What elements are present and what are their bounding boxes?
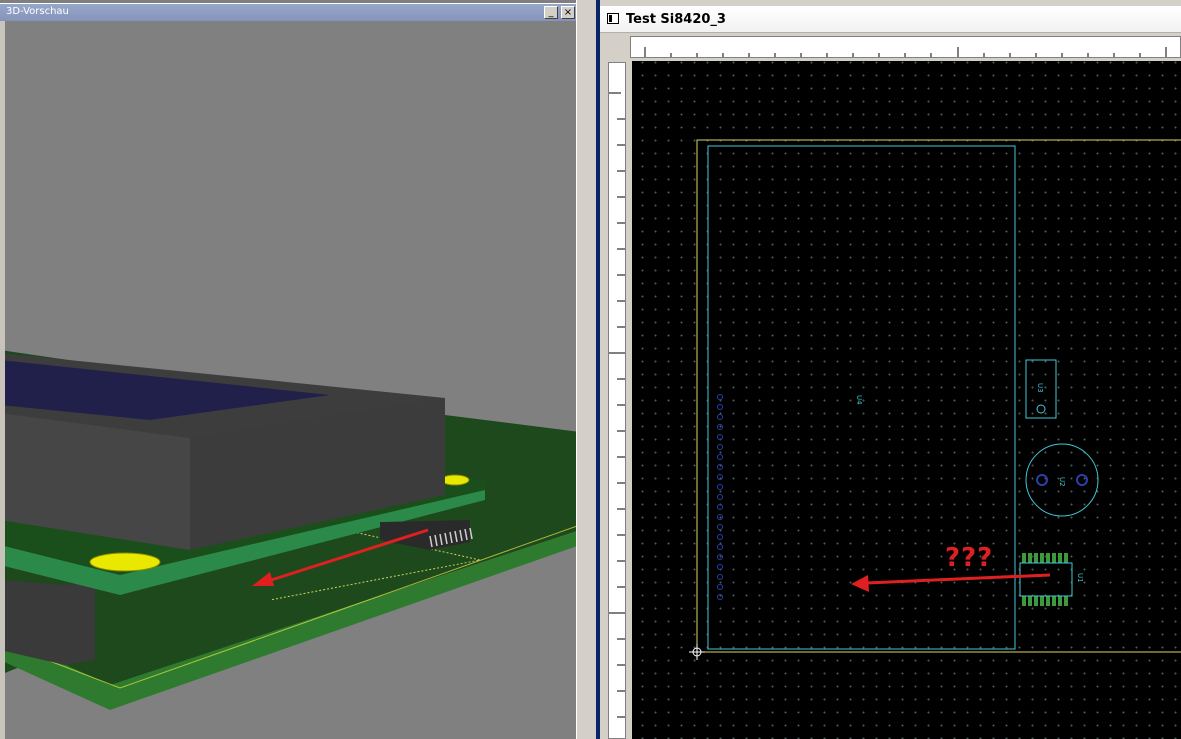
window-icon[interactable] xyxy=(607,13,619,24)
minimize-icon[interactable]: _ xyxy=(544,6,558,19)
3d-preview-viewport[interactable] xyxy=(0,20,580,739)
u2-pad-right xyxy=(1076,474,1088,486)
horizontal-ruler xyxy=(630,36,1181,58)
u2-label: U2 xyxy=(1058,477,1066,487)
pcb-window-title: Test Si8420_3 xyxy=(626,12,726,27)
close-icon[interactable]: × xyxy=(561,6,575,19)
pcb-titlebar[interactable]: Test Si8420_3 xyxy=(600,6,1181,33)
pcb-layout-window: Test Si8420_3 U4 U3 U2 U1 ??? xyxy=(600,6,1181,739)
3d-preview-window: 3D-Vorschau _ × xyxy=(0,0,580,739)
u1-outline xyxy=(1019,562,1073,597)
module-body-lower xyxy=(0,580,95,665)
crosshair-icon xyxy=(689,644,705,660)
u3-pad xyxy=(1036,404,1046,414)
u1-pads xyxy=(1022,553,1068,606)
board-outline xyxy=(696,139,1181,653)
u4-pins xyxy=(717,394,723,600)
ruler-corner xyxy=(608,36,626,58)
annotation-text: ??? xyxy=(945,543,993,573)
u4-label: U4 xyxy=(855,395,863,405)
preview-frame-edge xyxy=(0,20,5,739)
u1-label: U1 xyxy=(1076,573,1084,583)
u3-label: U3 xyxy=(1036,383,1044,393)
pcb-canvas[interactable]: U4 U3 U2 U1 ??? xyxy=(632,61,1181,739)
preview-titlebar[interactable]: 3D-Vorschau _ × xyxy=(0,3,580,21)
preview-window-title: 3D-Vorschau xyxy=(6,6,69,17)
mounting-hole-left xyxy=(89,552,161,572)
u2-pad-left xyxy=(1036,474,1048,486)
vertical-ruler xyxy=(608,62,626,739)
mounting-hole-right xyxy=(440,474,470,486)
